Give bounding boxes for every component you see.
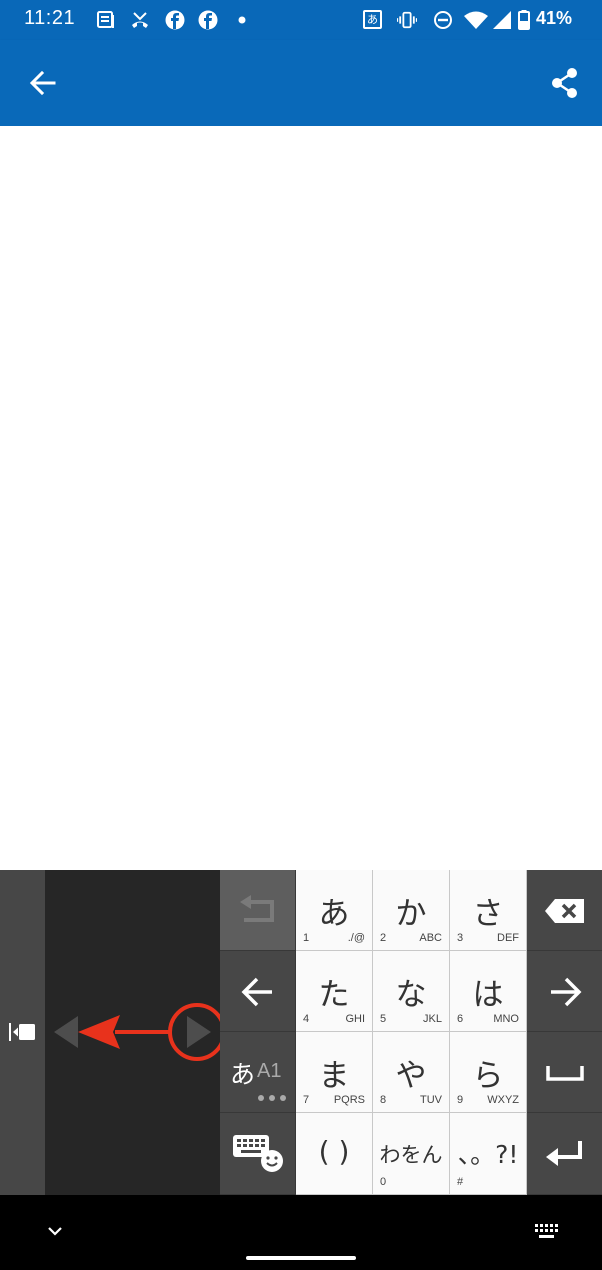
facebook-icon (165, 10, 185, 30)
key-kana: あ (318, 896, 350, 932)
battery-icon (518, 10, 530, 30)
key-kana: わをん (379, 1143, 443, 1167)
key-kana: ら (472, 1058, 504, 1094)
input-mode-key[interactable]: あ A1 (220, 1032, 296, 1113)
missed-call-icon (132, 12, 148, 28)
key-ta[interactable]: た 4 GHI (296, 951, 373, 1032)
content-area (0, 126, 602, 870)
key-ra[interactable]: ら 9 WXYZ (450, 1032, 527, 1113)
space-key[interactable] (527, 1032, 602, 1113)
key-number: 8 (380, 1094, 387, 1106)
key-subtext: DEF (497, 932, 519, 944)
key-punctuation[interactable]: 、。?! # (450, 1113, 527, 1195)
key-kana: ま (318, 1058, 350, 1094)
news-icon (97, 11, 114, 28)
key-subtext: PQRS (333, 1094, 365, 1106)
key-number: # (457, 1176, 464, 1188)
key-subtext: JKL (423, 1013, 442, 1025)
enter-icon (546, 1141, 582, 1166)
navigation-bar (0, 1195, 602, 1270)
key-number: 4 (303, 1013, 310, 1025)
key-number: 5 (380, 1013, 387, 1025)
keyboard-emoji-key[interactable] (220, 1113, 296, 1195)
key-subtext: ABC (419, 932, 442, 944)
key-kana: 、。?! (457, 1140, 519, 1169)
space-icon (546, 1066, 584, 1081)
wifi-icon (464, 11, 488, 29)
key-number: 1 (303, 932, 310, 944)
key-number: 2 (380, 932, 387, 944)
backspace-key[interactable] (527, 870, 602, 951)
dot-icon (238, 16, 246, 24)
triangle-right-icon[interactable] (187, 1016, 211, 1048)
keyboard-side-panel (0, 870, 45, 1195)
japanese-keyboard: あ A1 あ 1 ./@ か 2 ABC さ 3 DEF た 4 GHI な 5… (0, 870, 602, 1195)
undo-icon (240, 895, 274, 922)
key-kana: は (472, 977, 504, 1013)
cursor-panel-graphic (54, 1003, 220, 1061)
key-ya[interactable]: や 8 TUV (373, 1032, 450, 1113)
key-subtext: GHI (345, 1013, 365, 1025)
key-kana: さ (472, 896, 504, 932)
key-number: 6 (457, 1013, 464, 1025)
key-number: 7 (303, 1094, 310, 1106)
mode-latin-label: A1 (257, 1060, 282, 1082)
triangle-left-icon[interactable] (54, 1016, 78, 1048)
key-kana: ( ) (318, 1135, 350, 1168)
key-number: 3 (457, 932, 464, 944)
status-time: 11:21 (24, 7, 76, 29)
key-sa[interactable]: さ 3 DEF (450, 870, 527, 951)
cursor-right-key[interactable] (527, 951, 602, 1032)
key-a[interactable]: あ 1 ./@ (296, 870, 373, 951)
key-ka[interactable]: か 2 ABC (373, 870, 450, 951)
key-ma[interactable]: ま 7 PQRS (296, 1032, 373, 1113)
status-bar: 11:21 あ 41% (0, 0, 602, 40)
share-icon[interactable] (548, 66, 582, 100)
mode-kana-label: あ (230, 1060, 256, 1089)
more-dots-icon (258, 1095, 286, 1101)
ime-indicator-label: あ (367, 13, 378, 26)
facebook-icon (198, 10, 218, 30)
key-ha[interactable]: は 6 MNO (450, 951, 527, 1032)
back-arrow-icon[interactable] (26, 66, 60, 100)
arrow-right-icon (551, 977, 582, 1007)
arrow-left-icon (241, 977, 272, 1007)
key-kana: や (395, 1058, 427, 1094)
annotation-arrowhead (78, 1015, 120, 1049)
key-kana: な (395, 977, 427, 1013)
key-na[interactable]: な 5 JKL (373, 951, 450, 1032)
signal-icon (493, 11, 511, 29)
key-subtext: MNO (493, 1013, 519, 1025)
enter-key[interactable] (527, 1113, 602, 1195)
vibrate-icon (397, 11, 417, 29)
key-subtext: WXYZ (487, 1094, 519, 1106)
key-number: 0 (380, 1176, 387, 1188)
key-subtext: TUV (420, 1094, 442, 1106)
undo-key[interactable] (220, 870, 296, 951)
home-gesture-handle[interactable] (246, 1256, 356, 1260)
key-kana: か (395, 896, 427, 932)
keyboard-switch-icon[interactable] (534, 1223, 560, 1241)
battery-percent: 41% (536, 8, 573, 28)
keyboard-dock-icon[interactable] (8, 1021, 38, 1043)
ime-icon: あ (363, 10, 382, 29)
cursor-left-key[interactable] (220, 951, 296, 1032)
app-bar (0, 40, 602, 126)
key-subtext: ./@ (347, 932, 365, 944)
hide-keyboard-icon[interactable] (44, 1223, 66, 1239)
key-brackets[interactable]: ( ) (296, 1113, 373, 1195)
dnd-icon (434, 11, 452, 29)
key-wa[interactable]: わをん 0 (373, 1113, 450, 1195)
backspace-icon (545, 899, 584, 923)
key-kana: た (318, 977, 350, 1013)
keyboard-emoji-icon (233, 1135, 283, 1172)
cursor-panel (45, 870, 220, 1195)
key-number: 9 (457, 1094, 464, 1106)
